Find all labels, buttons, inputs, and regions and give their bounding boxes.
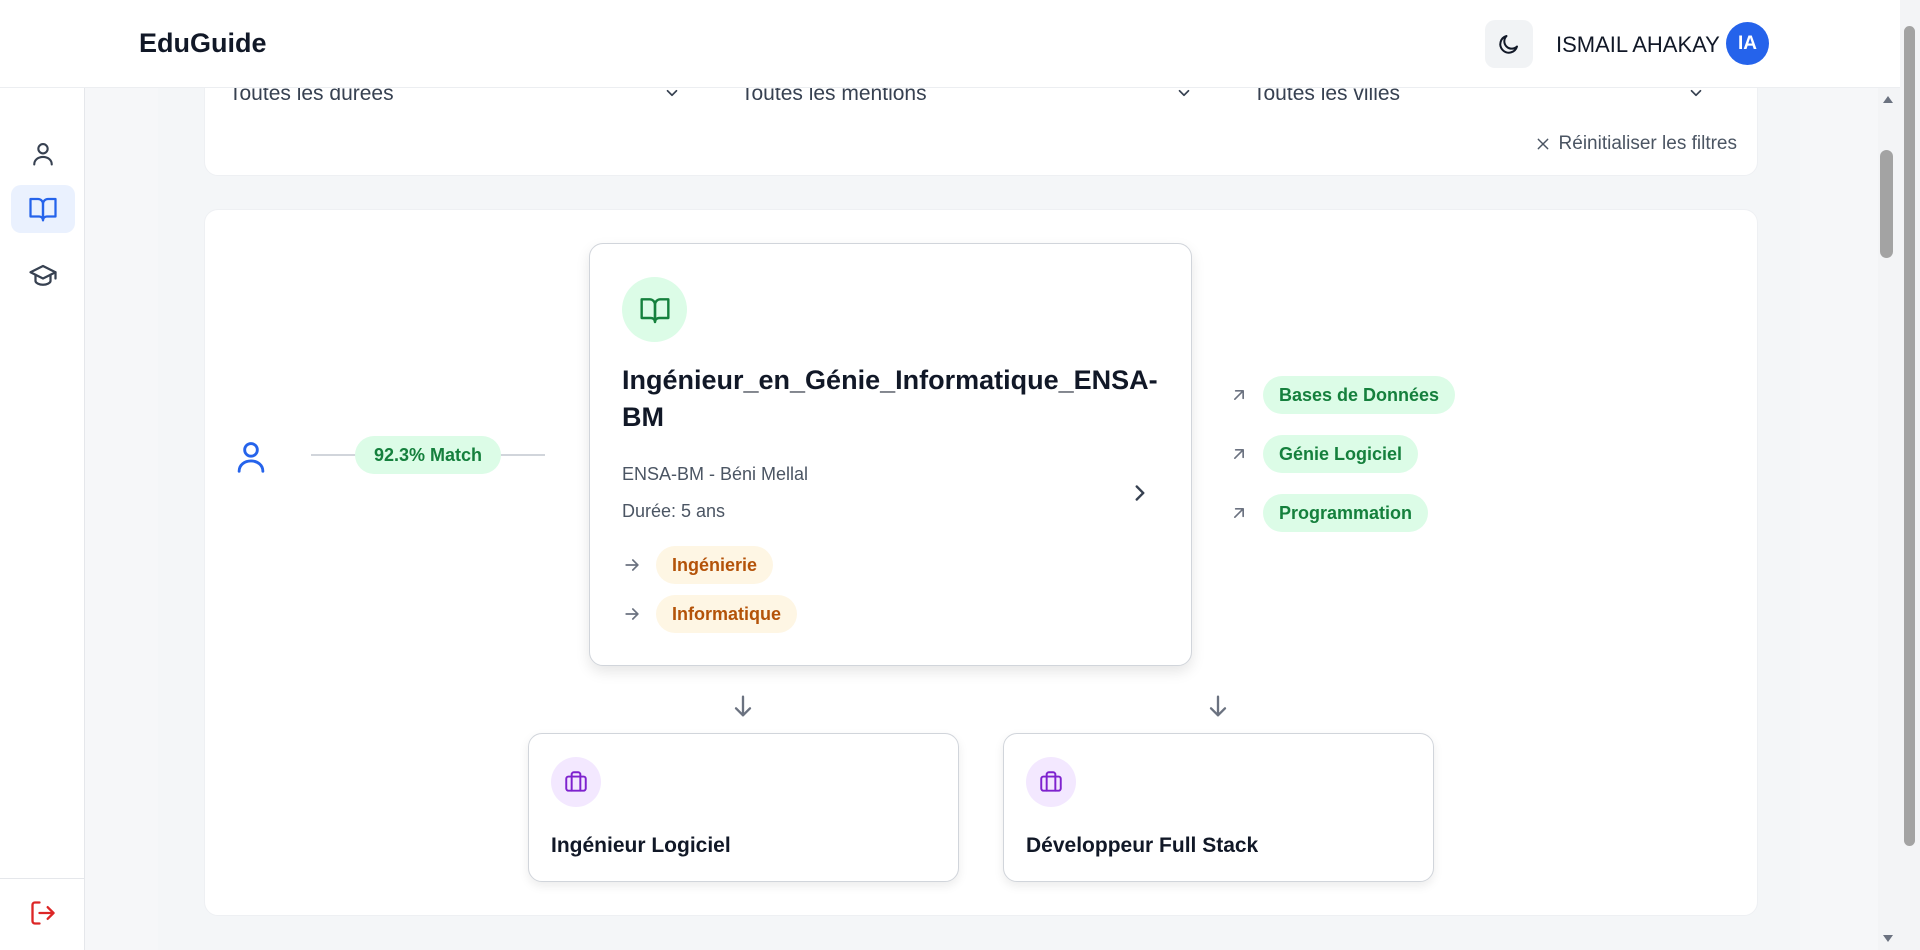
scroll-up-icon[interactable] xyxy=(1882,94,1894,104)
skill-item: Génie Logiciel xyxy=(1229,435,1419,473)
skill-item: Bases de Données xyxy=(1229,376,1456,414)
domain-item: Ingénierie xyxy=(622,546,774,584)
top-bar: EduGuide ISMAIL AHAKAY IA xyxy=(0,0,1900,88)
briefcase-icon xyxy=(551,757,601,807)
theme-toggle-button[interactable] xyxy=(1485,20,1533,68)
user-icon xyxy=(33,143,53,166)
sidebar-item-schools[interactable] xyxy=(11,252,75,300)
skill-item: Programmation xyxy=(1229,494,1429,532)
match-score-badge: 92.3% Match xyxy=(355,436,501,474)
domain-badge: Ingénierie xyxy=(656,546,774,584)
arrow-down-icon xyxy=(1209,695,1227,717)
career-card[interactable]: Développeur Full Stack xyxy=(1003,733,1434,882)
graduation-cap-icon xyxy=(29,264,57,286)
reset-filters-button[interactable]: Réinitialiser les filtres xyxy=(1535,133,1737,155)
sidebar-item-profile[interactable] xyxy=(11,130,75,178)
window-scrollbar-thumb[interactable] xyxy=(1904,26,1915,846)
domain-item: Informatique xyxy=(622,595,798,633)
skill-badge: Génie Logiciel xyxy=(1263,435,1419,473)
arrow-up-right-icon xyxy=(1234,390,1244,400)
arrow-up-right-icon xyxy=(1234,449,1244,459)
program-duration: Durée: 5 ans xyxy=(622,501,726,521)
sidebar-item-programs[interactable] xyxy=(11,185,75,233)
close-icon xyxy=(1537,138,1548,150)
arrow-up-right-icon xyxy=(1234,508,1244,518)
career-card[interactable]: Ingénieur Logiciel xyxy=(528,733,959,882)
sidebar xyxy=(0,88,85,950)
arrow-right-icon xyxy=(625,608,639,620)
scroll-down-icon[interactable] xyxy=(1882,934,1894,944)
career-title: Ingénieur Logiciel xyxy=(551,834,731,857)
program-card[interactable]: Ingénieur_en_Génie_Informatique_ENSA-BM … xyxy=(589,243,1192,666)
program-title: Ingénieur_en_Génie_Informatique_ENSA-BM xyxy=(622,365,1158,432)
moon-icon xyxy=(1499,35,1518,54)
book-open-icon xyxy=(622,277,687,342)
skill-badge: Programmation xyxy=(1263,494,1429,532)
arrow-down-icon xyxy=(734,695,752,717)
app-logo[interactable]: EduGuide xyxy=(139,28,267,59)
reset-filters-label: Réinitialiser les filtres xyxy=(1558,133,1737,154)
briefcase-icon xyxy=(1026,757,1076,807)
domain-badge: Informatique xyxy=(656,595,798,633)
arrow-right-icon xyxy=(625,559,639,571)
user-icon xyxy=(237,442,265,473)
skill-badge: Bases de Données xyxy=(1263,376,1456,414)
avatar[interactable]: IA xyxy=(1726,22,1769,65)
chevron-right-icon[interactable] xyxy=(1127,480,1153,506)
career-title: Développeur Full Stack xyxy=(1026,834,1259,857)
book-open-icon xyxy=(29,197,57,222)
logout-icon xyxy=(31,901,55,925)
divider xyxy=(0,878,85,879)
user-name[interactable]: ISMAIL AHAKAY xyxy=(1556,32,1720,58)
logout-button[interactable] xyxy=(11,889,75,937)
content-scrollbar-thumb[interactable] xyxy=(1880,150,1893,258)
program-school: ENSA-BM - Béni Mellal xyxy=(622,464,809,484)
